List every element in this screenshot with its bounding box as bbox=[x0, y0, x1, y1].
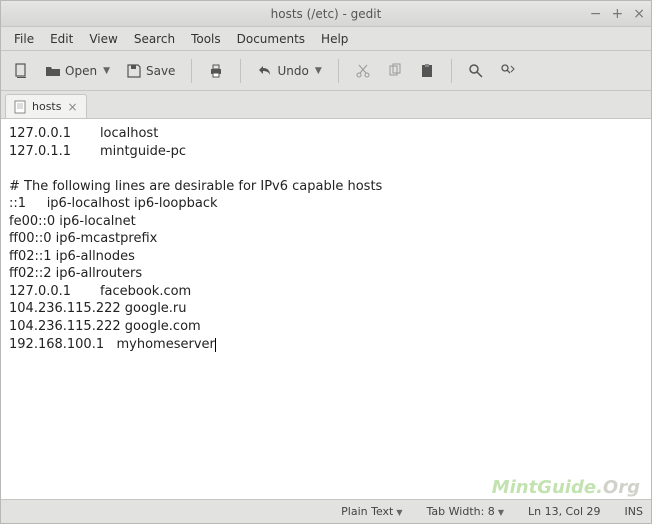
separator bbox=[451, 59, 452, 83]
cut-icon bbox=[355, 63, 371, 79]
find-replace-button[interactable] bbox=[494, 57, 522, 85]
maximize-button[interactable]: + bbox=[612, 6, 624, 22]
paste-icon bbox=[419, 63, 435, 79]
status-insert-mode: INS bbox=[625, 505, 643, 518]
undo-button[interactable]: Undo ▼ bbox=[251, 57, 327, 85]
open-label: Open bbox=[65, 64, 97, 78]
statusbar: Plain Text▼ Tab Width: 8▼ Ln 13, Col 29 … bbox=[1, 499, 651, 523]
menu-documents[interactable]: Documents bbox=[230, 29, 312, 49]
new-doc-icon bbox=[13, 63, 29, 79]
cut-button[interactable] bbox=[349, 57, 377, 85]
undo-label: Undo bbox=[277, 64, 308, 78]
save-icon bbox=[126, 63, 142, 79]
separator bbox=[338, 59, 339, 83]
tab-hosts[interactable]: hosts × bbox=[5, 94, 87, 118]
status-cursor-pos: Ln 13, Col 29 bbox=[528, 505, 601, 518]
tabbar: hosts × bbox=[1, 91, 651, 119]
paste-button[interactable] bbox=[413, 57, 441, 85]
file-icon bbox=[14, 100, 26, 114]
editor-content: 127.0.0.1 localhost 127.0.1.1 mintguide-… bbox=[9, 126, 382, 352]
tab-close-icon[interactable]: × bbox=[67, 100, 77, 114]
toolbar: Open ▼ Save Undo ▼ bbox=[1, 51, 651, 91]
undo-icon bbox=[257, 63, 273, 79]
menu-help[interactable]: Help bbox=[314, 29, 355, 49]
separator bbox=[191, 59, 192, 83]
editor-area[interactable]: 127.0.0.1 localhost 127.0.1.1 mintguide-… bbox=[1, 119, 651, 499]
status-tabwidth[interactable]: Tab Width: 8▼ bbox=[427, 505, 504, 518]
open-button[interactable]: Open ▼ bbox=[39, 57, 116, 85]
copy-icon bbox=[387, 63, 403, 79]
window-controls: − + × bbox=[590, 1, 645, 27]
find-button[interactable] bbox=[462, 57, 490, 85]
menu-view[interactable]: View bbox=[82, 29, 124, 49]
menubar: File Edit View Search Tools Documents He… bbox=[1, 27, 651, 51]
save-label: Save bbox=[146, 64, 175, 78]
print-icon bbox=[208, 63, 224, 79]
separator bbox=[240, 59, 241, 83]
new-doc-button[interactable] bbox=[7, 57, 35, 85]
tab-label: hosts bbox=[32, 100, 61, 113]
menu-tools[interactable]: Tools bbox=[184, 29, 228, 49]
chevron-down-icon: ▼ bbox=[103, 66, 110, 76]
chevron-down-icon: ▼ bbox=[315, 66, 322, 76]
chevron-down-icon: ▼ bbox=[498, 508, 504, 517]
window-title: hosts (/etc) - gedit bbox=[271, 7, 382, 21]
menu-edit[interactable]: Edit bbox=[43, 29, 80, 49]
text-cursor bbox=[215, 338, 216, 352]
close-button[interactable]: × bbox=[633, 6, 645, 22]
chevron-down-icon: ▼ bbox=[396, 508, 402, 517]
search-icon bbox=[468, 63, 484, 79]
print-button[interactable] bbox=[202, 57, 230, 85]
open-icon bbox=[45, 63, 61, 79]
save-button[interactable]: Save bbox=[120, 57, 181, 85]
status-language[interactable]: Plain Text▼ bbox=[341, 505, 402, 518]
titlebar: hosts (/etc) - gedit − + × bbox=[1, 1, 651, 27]
copy-button[interactable] bbox=[381, 57, 409, 85]
find-replace-icon bbox=[500, 63, 516, 79]
menu-search[interactable]: Search bbox=[127, 29, 182, 49]
gedit-window: hosts (/etc) - gedit − + × File Edit Vie… bbox=[0, 0, 652, 524]
minimize-button[interactable]: − bbox=[590, 6, 602, 22]
menu-file[interactable]: File bbox=[7, 29, 41, 49]
